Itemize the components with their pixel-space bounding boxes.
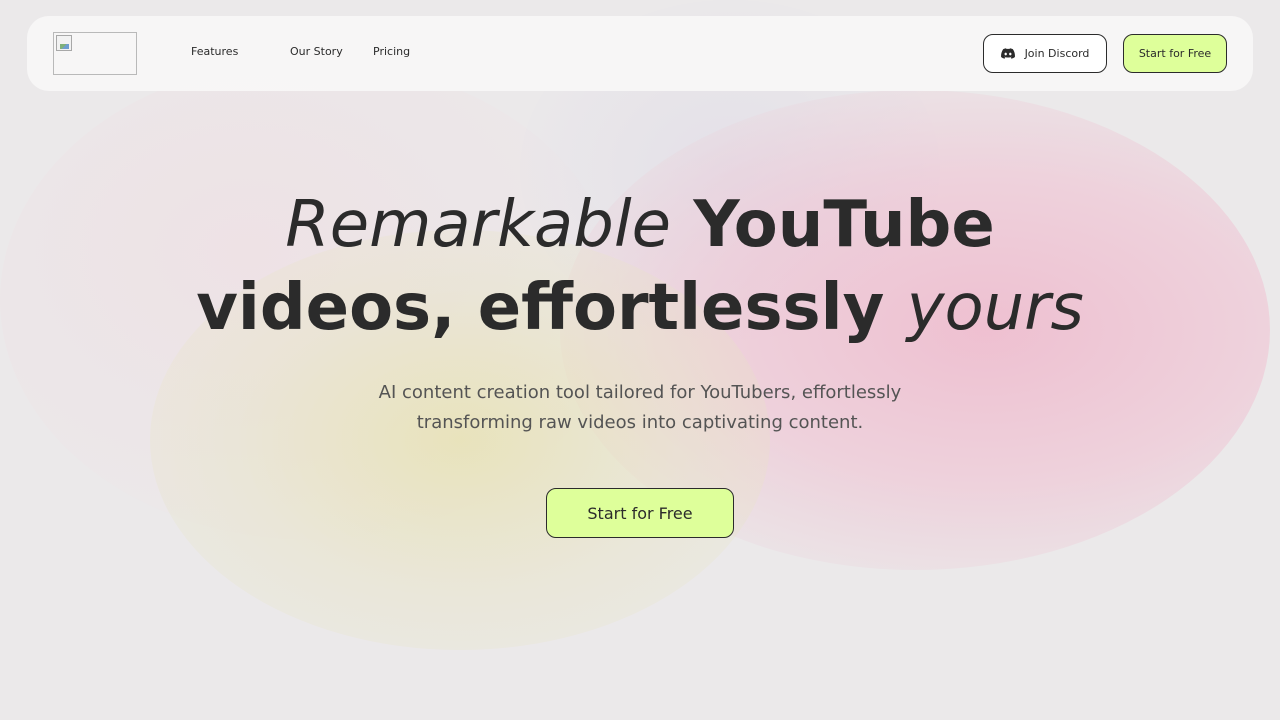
- nav-link-features[interactable]: Features: [191, 45, 238, 58]
- hero-subtitle: AI content creation tool tailored for Yo…: [0, 378, 1280, 438]
- join-discord-label: Join Discord: [1024, 47, 1090, 60]
- headline-bold-phrase: videos, effortlessly: [196, 271, 885, 345]
- nav-link-our-story[interactable]: Our Story: [290, 45, 343, 58]
- top-navbar: Features Our Story Pricing Join Discord …: [27, 16, 1253, 91]
- nav-start-free-button[interactable]: Start for Free: [1123, 34, 1227, 73]
- headline-bold-word: YouTube: [693, 188, 995, 262]
- headline-line-1: Remarkable YouTube: [0, 186, 1280, 264]
- nav-link-pricing[interactable]: Pricing: [373, 45, 410, 58]
- discord-icon: [1000, 48, 1015, 59]
- subtitle-line-2: transforming raw videos into captivating…: [416, 412, 864, 433]
- headline-line-2: videos, effortlessly yours: [0, 268, 1280, 348]
- background-gradient: [0, 0, 1280, 720]
- headline-italic-yours: yours: [906, 271, 1084, 345]
- hero-start-free-button[interactable]: Start for Free: [546, 488, 734, 538]
- subtitle-line-1: AI content creation tool tailored for Yo…: [378, 382, 902, 403]
- headline-italic-word: Remarkable: [285, 188, 672, 262]
- join-discord-button[interactable]: Join Discord: [983, 34, 1107, 73]
- broken-image-icon: [56, 35, 72, 51]
- logo-image[interactable]: [53, 32, 137, 75]
